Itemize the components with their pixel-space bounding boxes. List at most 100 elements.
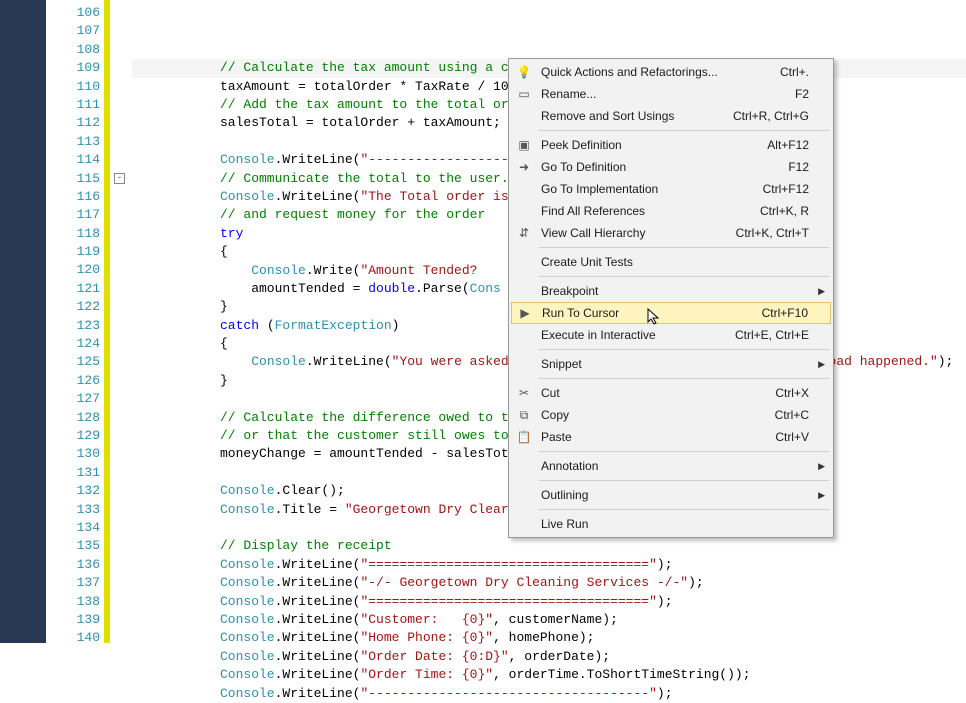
line-number: 139 <box>46 611 100 629</box>
menu-item-copy[interactable]: ⧉CopyCtrl+C <box>511 404 831 426</box>
submenu-arrow-icon: ▶ <box>818 461 825 472</box>
menu-item-shortcut: Ctrl+K, R <box>760 204 831 218</box>
menu-item-go-to-definition[interactable]: ➜Go To DefinitionF12 <box>511 156 831 178</box>
line-number: 114 <box>46 151 100 169</box>
line-number: 126 <box>46 372 100 390</box>
peek-icon: ▣ <box>511 138 537 152</box>
menu-item-label: View Call Hierarchy <box>537 226 736 240</box>
line-number: 130 <box>46 445 100 463</box>
menu-item-shortcut: Ctrl+F10 <box>762 306 830 320</box>
line-number: 122 <box>46 298 100 316</box>
fold-column: - <box>110 0 132 643</box>
menu-item-shortcut: Ctrl+X <box>775 386 831 400</box>
line-number: 128 <box>46 409 100 427</box>
paste-icon: 📋 <box>511 430 537 444</box>
code-line[interactable]: // Display the receipt <box>132 537 966 555</box>
menu-item-label: Breakpoint <box>537 284 831 298</box>
code-line[interactable]: Console.WriteLine("Order Date: {0:D}", o… <box>132 648 966 666</box>
line-number: 121 <box>46 280 100 298</box>
line-number: 133 <box>46 501 100 519</box>
line-number: 138 <box>46 593 100 611</box>
line-number: 127 <box>46 390 100 408</box>
line-number: 113 <box>46 133 100 151</box>
menu-item-shortcut: Ctrl+K, Ctrl+T <box>736 226 831 240</box>
code-line[interactable]: Console.WriteLine("=====================… <box>132 593 966 611</box>
menu-item-live-run[interactable]: Live Run <box>511 513 831 535</box>
menu-item-breakpoint[interactable]: Breakpoint▶ <box>511 280 831 302</box>
code-line[interactable]: Console.WriteLine("Home Phone: {0}", hom… <box>132 629 966 647</box>
code-line[interactable]: Console.WriteLine("---------------------… <box>132 685 966 703</box>
line-number: 116 <box>46 188 100 206</box>
menu-item-remove-and-sort-usings[interactable]: Remove and Sort UsingsCtrl+R, Ctrl+G <box>511 105 831 127</box>
mouse-cursor <box>647 308 665 326</box>
menu-item-outlining[interactable]: Outlining▶ <box>511 484 831 506</box>
menu-item-cut[interactable]: ✂CutCtrl+X <box>511 382 831 404</box>
menu-item-go-to-implementation[interactable]: Go To ImplementationCtrl+F12 <box>511 178 831 200</box>
line-number: 118 <box>46 225 100 243</box>
menu-separator <box>539 276 829 277</box>
menu-item-label: Peek Definition <box>537 138 767 152</box>
menu-item-shortcut: F12 <box>788 160 831 174</box>
line-number: 136 <box>46 556 100 574</box>
menu-item-rename[interactable]: ▭Rename...F2 <box>511 83 831 105</box>
menu-item-label: Snippet <box>537 357 831 371</box>
submenu-arrow-icon: ▶ <box>818 286 825 297</box>
line-number: 124 <box>46 335 100 353</box>
menu-item-snippet[interactable]: Snippet▶ <box>511 353 831 375</box>
line-number: 110 <box>46 78 100 96</box>
menu-item-shortcut: Ctrl+R, Ctrl+G <box>733 109 831 123</box>
menu-separator <box>539 451 829 452</box>
line-number-gutter: 1061071081091101111121131141151161171181… <box>46 0 104 643</box>
cut-icon: ✂ <box>511 386 537 400</box>
line-number: 112 <box>46 114 100 132</box>
line-number: 132 <box>46 482 100 500</box>
menu-separator <box>539 349 829 350</box>
menu-item-run-to-cursor[interactable]: ▶Run To CursorCtrl+F10 <box>511 302 831 324</box>
menu-item-label: Paste <box>537 430 775 444</box>
line-number: 123 <box>46 317 100 335</box>
code-line[interactable]: Console.WriteLine("Order Time: {0}", ord… <box>132 666 966 684</box>
bulb-icon: 💡 <box>511 65 537 79</box>
line-number: 108 <box>46 41 100 59</box>
menu-item-label: Execute in Interactive <box>537 328 735 342</box>
menu-item-shortcut: Alt+F12 <box>767 138 831 152</box>
line-number: 107 <box>46 22 100 40</box>
line-number: 109 <box>46 59 100 77</box>
menu-separator <box>539 247 829 248</box>
line-number: 137 <box>46 574 100 592</box>
fold-toggle[interactable]: - <box>114 173 125 184</box>
menu-item-label: Copy <box>537 408 775 422</box>
line-number: 115 <box>46 170 100 188</box>
line-number: 119 <box>46 243 100 261</box>
menu-item-shortcut: Ctrl+E, Ctrl+E <box>735 328 831 342</box>
tool-margin <box>0 0 46 643</box>
menu-item-find-all-references[interactable]: Find All ReferencesCtrl+K, R <box>511 200 831 222</box>
menu-item-label: Find All References <box>537 204 760 218</box>
menu-separator <box>539 378 829 379</box>
menu-item-label: Annotation <box>537 459 831 473</box>
line-number: 117 <box>46 206 100 224</box>
menu-item-paste[interactable]: 📋PasteCtrl+V <box>511 426 831 448</box>
line-number: 140 <box>46 629 100 647</box>
line-number: 135 <box>46 537 100 555</box>
menu-item-label: Go To Definition <box>537 160 788 174</box>
menu-item-execute-in-interactive[interactable]: Execute in InteractiveCtrl+E, Ctrl+E <box>511 324 831 346</box>
menu-item-label: Live Run <box>537 517 831 531</box>
run-icon: ▶ <box>512 306 538 320</box>
line-number: 131 <box>46 464 100 482</box>
code-line[interactable]: Console.WriteLine("=====================… <box>132 556 966 574</box>
menu-item-shortcut: Ctrl+F12 <box>763 182 831 196</box>
menu-separator <box>539 509 829 510</box>
menu-item-peek-definition[interactable]: ▣Peek DefinitionAlt+F12 <box>511 134 831 156</box>
menu-item-create-unit-tests[interactable]: Create Unit Tests <box>511 251 831 273</box>
code-line[interactable]: Console.WriteLine("Customer: {0}", custo… <box>132 611 966 629</box>
menu-item-quick-actions-and-refactorings[interactable]: 💡Quick Actions and Refactorings...Ctrl+. <box>511 61 831 83</box>
menu-item-label: Quick Actions and Refactorings... <box>537 65 780 79</box>
code-line[interactable]: Console.WriteLine("-/- Georgetown Dry Cl… <box>132 574 966 592</box>
menu-separator <box>539 480 829 481</box>
line-number: 134 <box>46 519 100 537</box>
menu-item-view-call-hierarchy[interactable]: ⇵View Call HierarchyCtrl+K, Ctrl+T <box>511 222 831 244</box>
menu-item-annotation[interactable]: Annotation▶ <box>511 455 831 477</box>
menu-separator <box>539 130 829 131</box>
menu-item-shortcut: Ctrl+C <box>775 408 831 422</box>
